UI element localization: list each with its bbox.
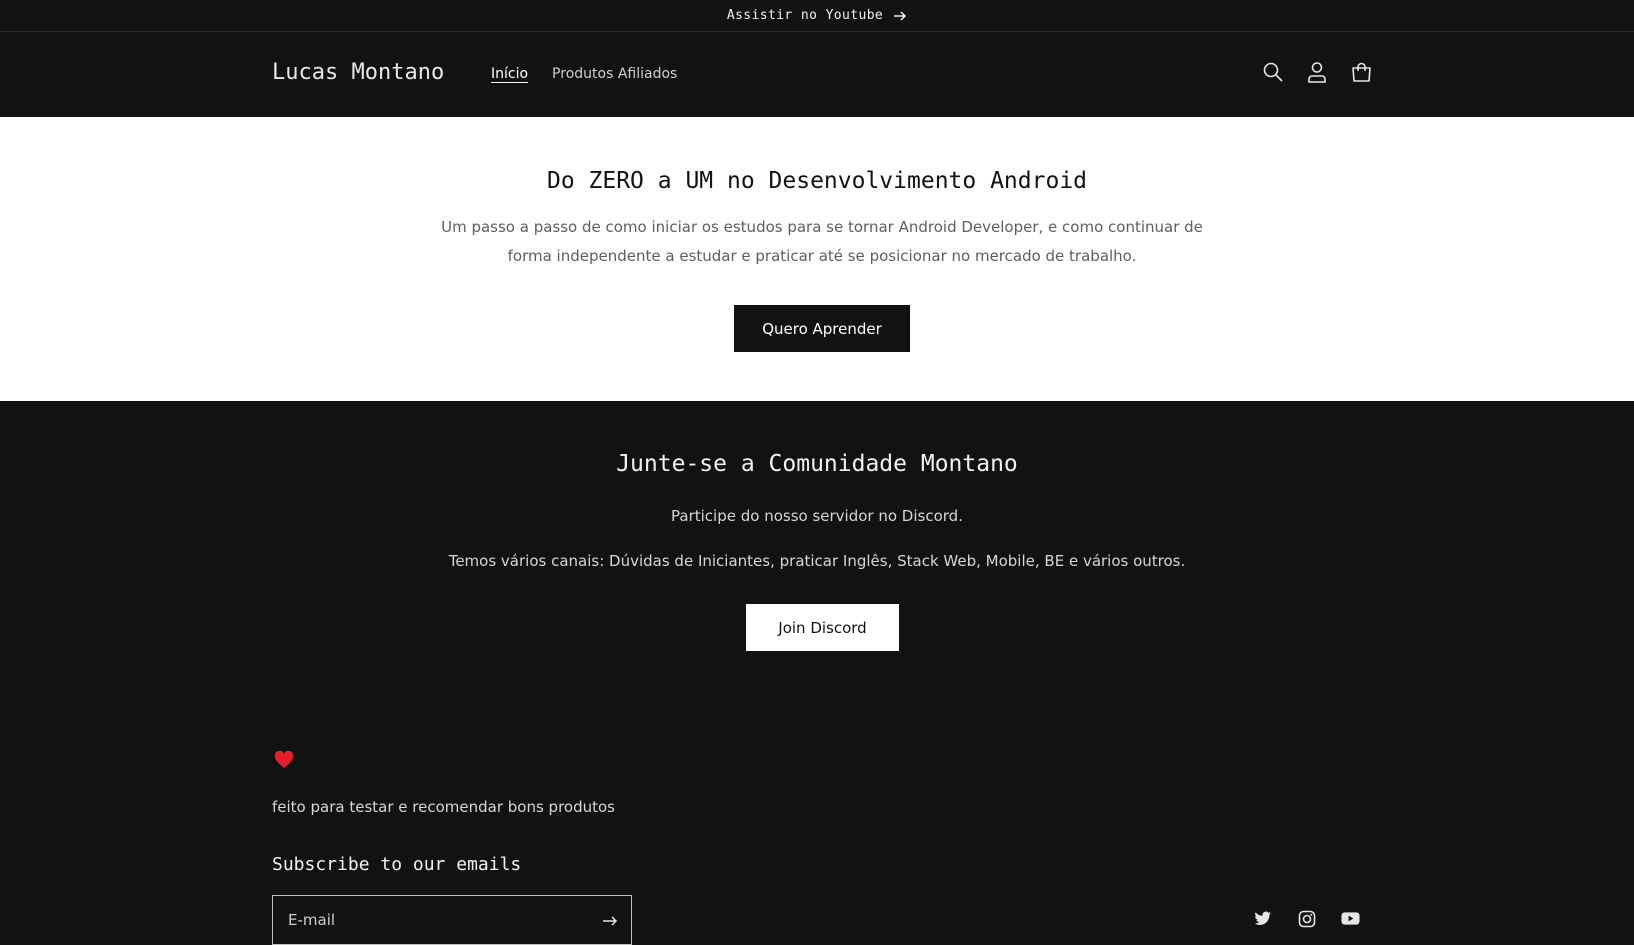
nav-item-produtos-afiliados[interactable]: Produtos Afiliados [552,66,677,82]
cart-icon[interactable] [1350,60,1372,84]
community-text-1: Participe do nosso servidor no Discord. [671,507,963,525]
site-logo[interactable]: Lucas Montano [272,60,444,85]
announcement-text[interactable]: Assistir no Youtube [727,8,883,23]
community-text-2: Temos vários canais: Dúvidas de Iniciant… [448,552,1186,570]
arrow-right-icon [893,10,907,22]
community-title: Junte-se a Comunidade Montano [616,451,1018,477]
header-icons [1262,60,1372,84]
community-section: Junte-se a Comunidade Montano Participe … [0,401,1634,691]
announcement-bar[interactable]: Assistir no Youtube [0,0,1634,32]
search-icon[interactable] [1262,60,1284,84]
subscribe-title: Subscribe to our emails [272,854,522,875]
hero-section: Do ZERO a UM no Desenvolvimento Android … [0,117,1634,401]
join-discord-button[interactable]: Join Discord [746,604,899,651]
hero-description: Um passo a passo de como iniciar os estu… [441,218,1203,265]
site-footer: feito para testar e recomendar bons prod… [0,691,1634,945]
learn-button[interactable]: Quero Aprender [734,305,910,352]
main-nav: Início Produtos Afiliados [491,66,677,82]
nav-item-inicio[interactable]: Início [491,66,528,82]
account-icon[interactable] [1306,60,1328,84]
site-header: Lucas Montano Início Produtos Afiliados [0,32,1634,117]
heart-icon [274,750,294,769]
email-field[interactable] [273,896,598,944]
subscribe-arrow-icon[interactable] [599,910,621,932]
hero-title: Do ZERO a UM no Desenvolvimento Android [546,168,1088,194]
footer-tagline: feito para testar e recomendar bons prod… [272,798,615,816]
email-form [272,895,632,945]
